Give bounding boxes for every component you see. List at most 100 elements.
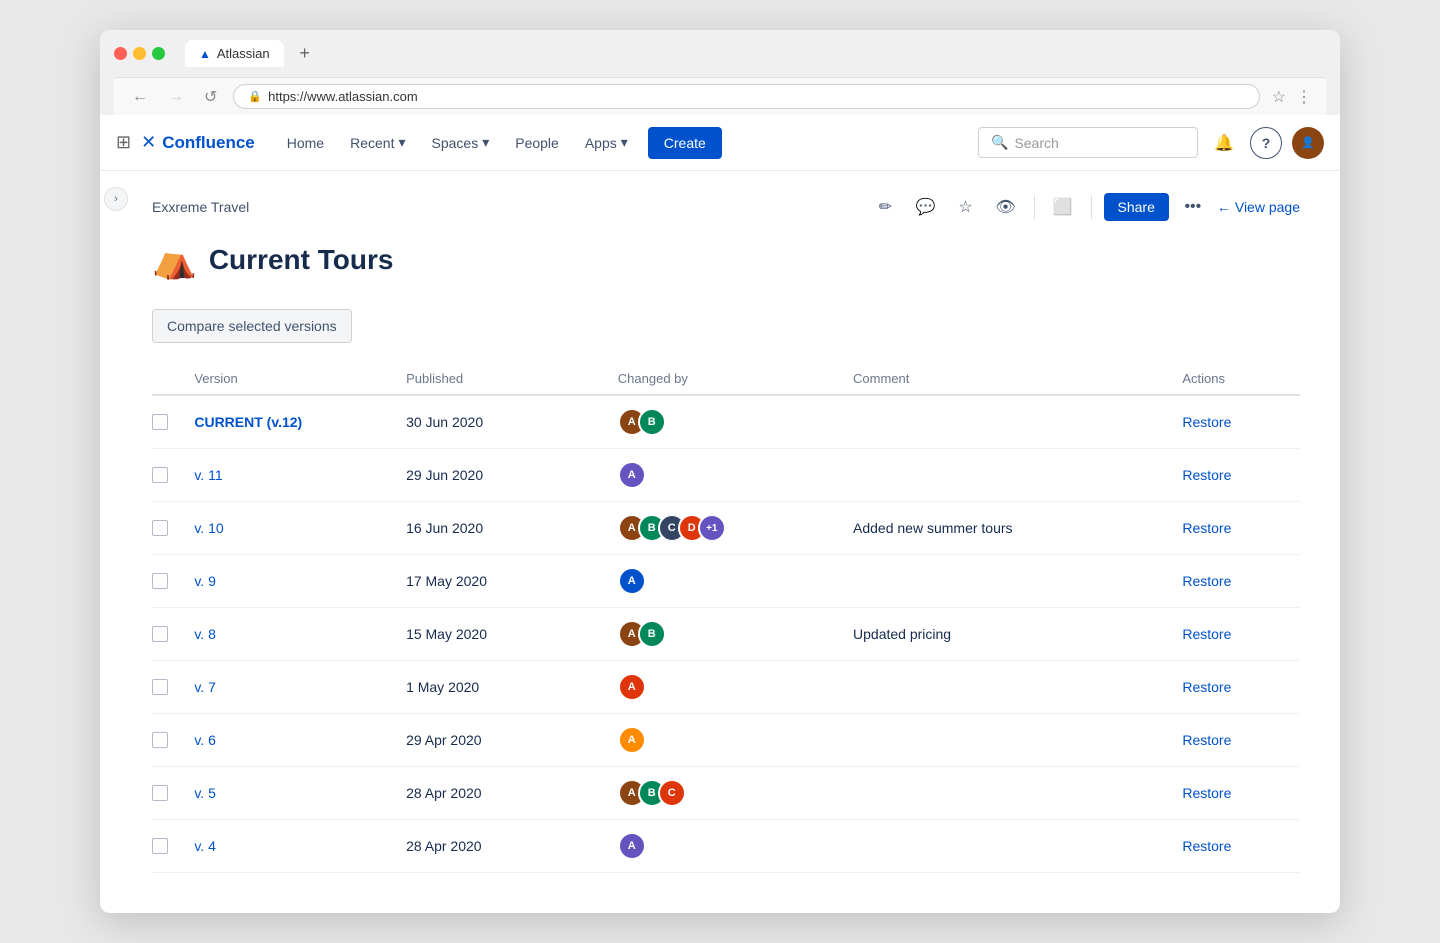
sidebar-toggle-button[interactable]: › [104, 187, 128, 211]
url-text: https://www.atlassian.com [268, 89, 418, 104]
grid-icon[interactable]: ⊞ [116, 132, 131, 153]
user-avatar[interactable]: 👤 [1292, 127, 1324, 159]
help-button[interactable]: ? [1250, 127, 1282, 159]
col-version-header: Version [194, 363, 406, 395]
view-page-link[interactable]: ← View page [1217, 199, 1300, 215]
restore-link[interactable]: Restore [1182, 520, 1231, 536]
version-link[interactable]: CURRENT (v.12) [194, 414, 302, 430]
version-link[interactable]: v. 8 [194, 626, 216, 642]
nav-spaces[interactable]: Spaces ▾ [420, 126, 502, 159]
row-checkbox[interactable] [152, 732, 168, 748]
row-checkbox[interactable] [152, 414, 168, 430]
restore-link[interactable]: Restore [1182, 785, 1231, 801]
share-button[interactable]: Share [1104, 193, 1169, 221]
table-row: v. 1129 Jun 2020ARestore [152, 449, 1300, 502]
comment-cell [853, 820, 1182, 873]
lock-icon: 🔒 [248, 90, 262, 103]
nav-recent[interactable]: Recent ▾ [338, 126, 417, 159]
row-checkbox[interactable] [152, 838, 168, 854]
restore-link[interactable]: Restore [1182, 467, 1231, 483]
nav-home[interactable]: Home [275, 127, 336, 159]
search-placeholder: Search [1014, 135, 1058, 151]
version-link[interactable]: v. 10 [194, 520, 223, 536]
new-tab-button[interactable]: + [292, 41, 318, 67]
chevron-down-icon: ▾ [621, 134, 628, 151]
table-row: v. 1016 Jun 2020ABCD+1Added new summer t… [152, 502, 1300, 555]
changed-by: ABCD+1 [618, 502, 853, 555]
restore-link[interactable]: Restore [1182, 679, 1231, 695]
back-button[interactable]: ← [128, 86, 152, 108]
col-published-header: Published [406, 363, 618, 395]
avatar: A [618, 567, 646, 595]
logo-area[interactable]: ✕ Confluence [141, 132, 255, 153]
view-page-label: View page [1235, 199, 1300, 215]
create-button[interactable]: Create [648, 127, 722, 159]
avatar-initial: 👤 [1301, 136, 1315, 149]
published-date: 16 Jun 2020 [406, 502, 618, 555]
changed-by: AB [618, 395, 853, 449]
version-link[interactable]: v. 4 [194, 838, 216, 854]
row-checkbox[interactable] [152, 573, 168, 589]
version-link[interactable]: v. 9 [194, 573, 216, 589]
restore-link[interactable]: Restore [1182, 573, 1231, 589]
row-checkbox[interactable] [152, 626, 168, 642]
row-checkbox[interactable] [152, 679, 168, 695]
star-icon[interactable]: ☆ [950, 191, 982, 223]
published-date: 15 May 2020 [406, 608, 618, 661]
restore-link[interactable]: Restore [1182, 414, 1231, 430]
version-link[interactable]: v. 5 [194, 785, 216, 801]
address-bar[interactable]: 🔒 https://www.atlassian.com [233, 84, 1259, 109]
more-actions-button[interactable]: ••• [1177, 191, 1209, 223]
row-checkbox[interactable] [152, 520, 168, 536]
notifications-button[interactable]: 🔔 [1208, 127, 1240, 159]
table-row: v. 528 Apr 2020ABCRestore [152, 767, 1300, 820]
nav-apps[interactable]: Apps ▾ [573, 126, 640, 159]
close-button[interactable] [114, 47, 127, 60]
chevron-down-icon: ▾ [398, 134, 405, 151]
nav-links: Home Recent ▾ Spaces ▾ People Apps ▾ Cre… [275, 126, 722, 159]
comment-cell [853, 449, 1182, 502]
comment-cell [853, 767, 1182, 820]
row-checkbox[interactable] [152, 785, 168, 801]
col-check-header [152, 363, 194, 395]
comment-cell [853, 714, 1182, 767]
confluence-logo-icon: ✕ [141, 132, 156, 153]
table-row: v. 629 Apr 2020ARestore [152, 714, 1300, 767]
version-link[interactable]: v. 6 [194, 732, 216, 748]
published-date: 28 Apr 2020 [406, 820, 618, 873]
divider [1091, 195, 1092, 219]
col-actions-header: Actions [1182, 363, 1300, 395]
browser-menu-icon[interactable]: ⋮ [1296, 87, 1312, 107]
avatar: A [618, 832, 646, 860]
nav-people[interactable]: People [503, 127, 571, 159]
sidebar-toggle-area: › [100, 171, 132, 913]
compare-button[interactable]: Compare selected versions [152, 309, 352, 343]
maximize-button[interactable] [152, 47, 165, 60]
versions-table: Version Published Changed by Comment Act [152, 363, 1300, 873]
edit-icon[interactable]: ✏ [870, 191, 902, 223]
copy-link-icon[interactable]: ⬜ [1047, 191, 1079, 223]
top-navbar: ⊞ ✕ Confluence Home Recent ▾ Spaces ▾ Pe… [100, 115, 1340, 171]
search-box[interactable]: 🔍 Search [978, 127, 1198, 158]
comment-icon[interactable]: 💬 [910, 191, 942, 223]
col-comment-header: Comment [853, 363, 1182, 395]
version-link[interactable]: v. 7 [194, 679, 216, 695]
watch-icon[interactable]: 👁 [990, 191, 1022, 223]
refresh-button[interactable]: ↺ [200, 85, 221, 109]
comment-cell [853, 661, 1182, 714]
published-date: 28 Apr 2020 [406, 767, 618, 820]
browser-tab[interactable]: ▲ Atlassian [185, 40, 284, 67]
restore-link[interactable]: Restore [1182, 626, 1231, 642]
restore-link[interactable]: Restore [1182, 838, 1231, 854]
comment-cell [853, 555, 1182, 608]
row-checkbox[interactable] [152, 467, 168, 483]
minimize-button[interactable] [133, 47, 146, 60]
bookmark-icon[interactable]: ☆ [1272, 87, 1286, 107]
page-actions: ✏ 💬 ☆ 👁 ⬜ Share ••• ← View page [870, 191, 1301, 223]
restore-link[interactable]: Restore [1182, 732, 1231, 748]
avatar: C [658, 779, 686, 807]
version-link[interactable]: v. 11 [194, 467, 222, 483]
forward-button[interactable]: → [164, 86, 188, 108]
changed-by: A [618, 555, 853, 608]
page-emoji: ⛺ [152, 239, 197, 281]
